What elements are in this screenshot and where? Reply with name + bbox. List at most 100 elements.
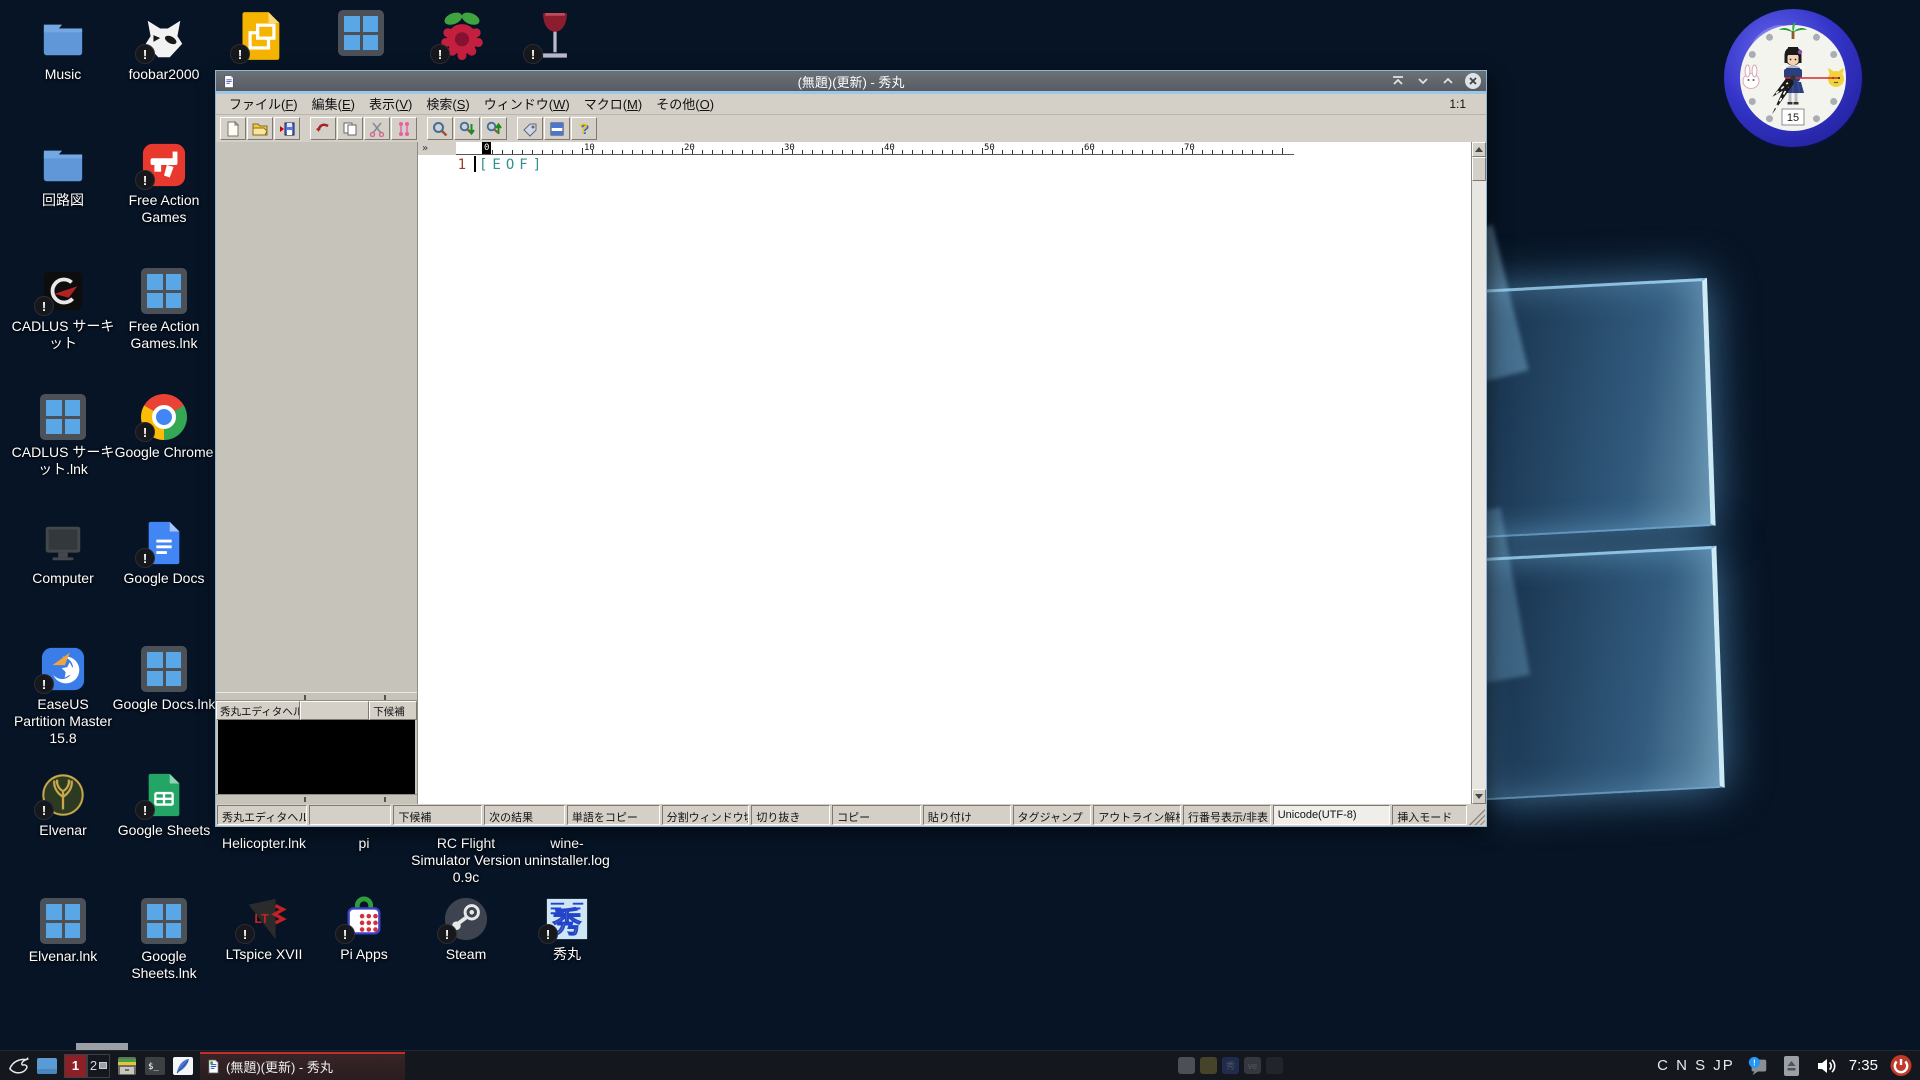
desktop-icon-google-sheets-lnk[interactable]: Google Sheets.lnk [112,898,216,982]
find-next-button[interactable] [454,117,480,140]
desktop-icon-ltspice-xvii[interactable]: LT!LTspice XVII [209,896,319,963]
close-button[interactable] [1464,73,1482,89]
desktop-icon-label[interactable]: wine-uninstaller.log [512,835,622,869]
pane-splitter-bottom[interactable] [216,794,417,804]
tag-jump-button[interactable] [517,117,543,140]
menu-検索-s[interactable]: 検索(S) [419,95,476,114]
dim-tray-icon[interactable]: ve [1244,1057,1261,1074]
split-window-button[interactable] [544,117,570,140]
cut-button[interactable] [364,117,390,140]
desktop-icon-google-sheets[interactable]: !Google Sheets [112,772,216,839]
copy-button[interactable] [337,117,363,140]
desktop-icon-free-action-games[interactable]: !Free Action Games [112,142,216,226]
pane-splitter[interactable] [216,692,417,701]
minimize-button[interactable] [1414,73,1432,89]
clock-time[interactable]: 7:35 [1849,1057,1878,1074]
paste-button[interactable] [391,117,417,140]
scrollbar-thumb[interactable] [1472,157,1486,181]
menu-マクロ-m[interactable]: マクロ(M) [577,95,650,114]
undo-button[interactable] [310,117,336,140]
keep-above-button[interactable] [1389,73,1407,89]
dim-tray-icon[interactable] [1200,1057,1217,1074]
desktop-icon-label[interactable]: Helicopter.lnk [209,835,319,852]
power-button[interactable] [1890,1055,1912,1077]
helper-tab-1[interactable]: 秀丸エディタヘルプ [216,701,300,720]
status-segment-タグジャンプ[interactable]: タグジャンプ [1013,805,1092,825]
desktop-icon-computer[interactable]: Computer [11,520,115,587]
terminal-icon[interactable]: $_ [144,1055,166,1077]
desktop-icon-elvenar-lnk[interactable]: Elvenar.lnk [11,898,115,965]
desktop-icon-raspberry[interactable]: ! [436,10,488,62]
desktop-icon-秀丸[interactable]: 秀!秀丸 [512,896,622,963]
status-segment-アウトライン解析[interactable]: アウトライン解析... [1093,805,1181,825]
desktop-icon-google-docs-lnk[interactable]: Google Docs.lnk [112,646,216,713]
desktop-icon-cadlus-サーキット[interactable]: !CADLUS サーキット [11,268,115,352]
desktop-icon-label[interactable]: pi [309,835,419,852]
menu-その他-o[interactable]: その他(O) [649,95,721,114]
scroll-down-button[interactable] [1472,789,1486,804]
status-segment-コピー[interactable]: コピー [832,805,921,825]
desktop-icon-slides[interactable]: ! [236,10,288,62]
workspace-2[interactable]: 2 [87,1054,110,1078]
window-titlebar[interactable]: (無題)(更新) - 秀丸 [216,71,1486,91]
status-segment-下候補[interactable]: 下候補 [393,805,482,825]
find-button[interactable] [427,117,453,140]
notification-icon[interactable]: ! [1747,1055,1769,1077]
ime-indicators[interactable]: C N S JP [1657,1057,1735,1074]
help-button[interactable]: ?? [571,117,597,140]
volume-icon[interactable] [1815,1055,1837,1077]
analog-clock-widget[interactable]: 15 [1718,3,1868,153]
text-editor-feather-icon[interactable] [172,1055,194,1077]
status-segment-単語をコピー[interactable]: 単語をコピー [567,805,660,825]
menu-ファイル-f[interactable]: ファイル(F) [222,95,305,114]
app-menu-bird-icon[interactable] [8,1055,30,1077]
menu-編集-e[interactable]: 編集(E) [305,95,362,114]
status-segment-分割ウィンドウ切り[interactable]: 分割ウィンドウ切り [662,805,750,825]
desktop-icon-pi-apps[interactable]: !Pi Apps [309,896,419,963]
desktop-icon-回路図[interactable]: 回路図 [11,142,115,209]
menu-ウィンドウ-w[interactable]: ウィンドウ(W) [477,95,577,114]
find-prev-button[interactable] [481,117,507,140]
status-segment-行番号表示-非表[interactable]: 行番号表示/非表 [1183,805,1271,825]
desktop-icon-wingrid[interactable] [338,10,384,56]
maximize-button[interactable] [1439,73,1457,89]
removable-media-eject-icon[interactable] [1781,1055,1803,1077]
helper-tab-3[interactable]: 下候補 [369,701,417,720]
desktop-icon-google-chrome[interactable]: !Google Chrome [112,394,216,461]
desktop-icon-label[interactable]: RC Flight Simulator Version 0.9c [411,835,521,886]
status-segment-切り抜き[interactable]: 切り抜き [751,805,830,825]
scrollbar-track[interactable] [1472,181,1486,789]
save-button[interactable] [274,117,300,140]
status-segment-貼り付け[interactable]: 貼り付け [923,805,1011,825]
file-manager-icon[interactable] [36,1055,58,1077]
status-segment-unicode-utf-8[interactable]: Unicode(UTF-8) [1273,805,1391,825]
archive-manager-icon[interactable] [116,1055,138,1077]
desktop-icon-music[interactable]: Music [11,16,115,83]
open-button[interactable] [247,117,273,140]
dim-tray-icon[interactable]: 秀 [1222,1057,1239,1074]
desktop-icon-cadlus-サーキット-lnk[interactable]: CADLUS サーキット.lnk [11,394,115,478]
desktop-icon-google-docs[interactable]: !Google Docs [112,520,216,587]
dim-tray-icon[interactable] [1266,1057,1283,1074]
outline-pane-body[interactable] [216,142,417,692]
dim-tray-icon[interactable] [1178,1057,1195,1074]
taskbar-task-hidemaru[interactable]: (無題)(更新) - 秀丸 [200,1052,405,1080]
outline-fold-marker[interactable]: » [418,142,456,155]
editor-area[interactable]: » 010203040506070 1 [EOF] [418,142,1471,804]
status-segment-挿入モード[interactable]: 挿入モード [1392,805,1467,825]
status-segment-次の結果[interactable]: 次の結果 [484,805,565,825]
scroll-up-button[interactable] [1472,142,1486,157]
workspace-1[interactable]: 1 [64,1054,87,1078]
new-button[interactable] [220,117,246,140]
desktop-icon-wine[interactable]: ! [529,10,581,62]
resize-grip[interactable] [1469,805,1485,825]
status-segment-empty[interactable] [309,805,392,825]
desktop-icon-easeus-partition-master-15-8[interactable]: !EaseUS Partition Master 15.8 [11,646,115,747]
desktop-icon-foobar2000[interactable]: !foobar2000 [112,16,216,83]
status-segment-秀丸エディタヘルプ[interactable]: 秀丸エディタヘルプ [217,805,307,825]
desktop-icon-elvenar[interactable]: !Elvenar [11,772,115,839]
desktop-icon-steam[interactable]: !Steam [411,896,521,963]
vertical-scrollbar[interactable] [1471,142,1486,804]
helper-tab-2[interactable] [300,701,370,720]
menu-表示-v[interactable]: 表示(V) [362,95,419,114]
